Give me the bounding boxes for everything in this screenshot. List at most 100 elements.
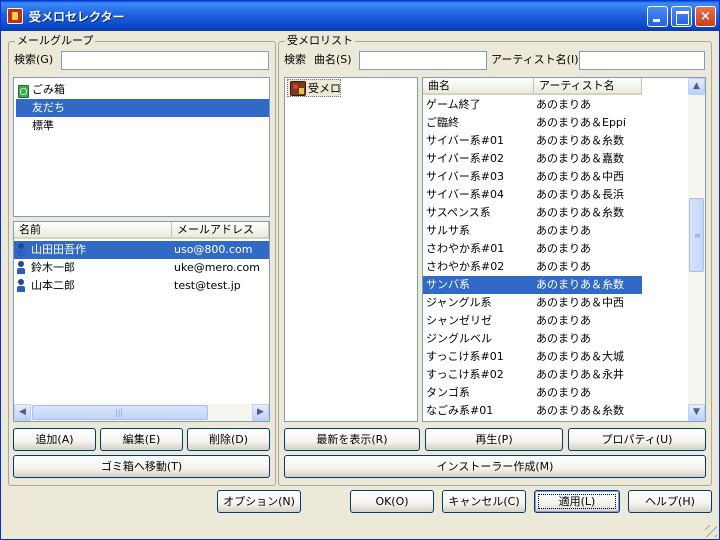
table-row[interactable]: ジングルベル あのまりあ [423, 330, 642, 348]
hscroll-thumb[interactable]: ||| [32, 405, 208, 420]
tree-item-friends[interactable]: 友だち [16, 99, 269, 117]
tree-item-ringtones[interactable]: 受メロ [287, 79, 341, 97]
group-search-input[interactable] [61, 51, 269, 70]
grip-icon: ||| [115, 408, 124, 417]
song-artist: あのまりあ＆中西 [536, 170, 624, 183]
arrow-down-icon: ▼ [693, 407, 700, 417]
ok-button[interactable]: OK(O) [350, 490, 434, 513]
song-title: シャンゼリゼ [426, 314, 492, 327]
song-title: ジャングル系 [426, 296, 492, 309]
table-row[interactable]: サンバ系 あのまりあ＆糸数 [423, 276, 642, 294]
song-title: すっこけ系#02 [426, 368, 504, 381]
options-button[interactable]: オプション(N) [217, 490, 301, 513]
table-row[interactable]: 山本二郎 test@test.jp [14, 277, 269, 295]
create-installer-button[interactable]: インストーラー作成(M) [284, 455, 706, 478]
contact-name: 山本二郎 [31, 279, 75, 292]
table-row[interactable]: タンゴ系 あのまりあ [423, 384, 642, 402]
table-row[interactable]: サルサ系 あのまりあ [423, 222, 642, 240]
song-artist: あのまりあ [536, 314, 591, 327]
song-artist: あのまりあ [536, 386, 591, 399]
song-artist: あのまりあ [536, 242, 591, 255]
delete-button[interactable]: 削除(D) [187, 428, 270, 451]
group-search-label: 検索(G) [14, 53, 54, 66]
minimize-icon [648, 7, 667, 26]
table-row[interactable]: 鈴木一郎 uke@mero.com [14, 259, 269, 277]
show-latest-button[interactable]: 最新を表示(R) [284, 428, 420, 451]
help-button[interactable]: ヘルプ(H) [628, 490, 712, 513]
tree-item-standard[interactable]: 標準 [16, 117, 269, 135]
contacts-list[interactable]: 名前 メールアドレス 山田田吾作 uso@800.com 鈴木一郎 uke@me… [13, 221, 270, 422]
song-title: ジングルベル [426, 332, 492, 345]
title-search-input[interactable] [359, 51, 487, 70]
play-button[interactable]: 再生(P) [425, 428, 563, 451]
table-row[interactable]: サイバー系#04 あのまりあ＆長浜 [423, 186, 642, 204]
song-artist: あのまりあ＆嘉数 [536, 152, 624, 165]
tree-item-trash[interactable]: ごみ箱 [16, 81, 269, 99]
artist-search-label: アーティスト名(I) [491, 53, 579, 66]
table-row[interactable]: サスペンス系 あのまりあ＆糸数 [423, 204, 642, 222]
window-title: 受メロセレクター [29, 10, 125, 24]
scroll-right-button[interactable]: ▶ [252, 404, 269, 421]
songs-list[interactable]: 曲名 アーティスト名 ゲーム終了 あのまりあ ご臨終 あのまりあ＆Eppi サイバー系#… [422, 77, 706, 422]
song-title: サイバー系#01 [426, 134, 504, 147]
ringtone-folder-icon [290, 81, 306, 96]
table-row[interactable]: シャンゼリゼ あのまりあ [423, 312, 642, 330]
ringtone-folder-tree[interactable]: 受メロ [284, 77, 418, 422]
song-title: サイバー系#03 [426, 170, 504, 183]
table-row[interactable]: すっこけ系#01 あのまりあ＆大城 [423, 348, 642, 366]
scroll-left-button[interactable]: ◀ [14, 404, 31, 421]
tree-item-label: 標準 [32, 119, 54, 132]
properties-button[interactable]: プロパティ(U) [568, 428, 706, 451]
title-bar[interactable]: 受メロセレクター × [1, 1, 719, 31]
table-row[interactable]: なごみ系#01 あのまりあ＆糸数 [423, 402, 642, 420]
column-header-name[interactable]: 名前 [14, 222, 172, 239]
maximize-button[interactable] [671, 6, 692, 27]
column-header-song-title[interactable]: 曲名 [423, 78, 534, 95]
contact-email: uso@800.com [174, 243, 253, 256]
cancel-button[interactable]: キャンセル(C) [442, 490, 526, 513]
apply-button[interactable]: 適用(L) [534, 490, 620, 513]
song-artist: あのまりあ [536, 260, 591, 273]
table-row[interactable]: 山田田吾作 uso@800.com [14, 241, 269, 259]
table-row[interactable]: ご臨終 あのまりあ＆Eppi [423, 114, 642, 132]
song-title: サスペンス系 [426, 206, 491, 219]
close-icon: × [700, 9, 711, 24]
edit-button[interactable]: 編集(E) [100, 428, 183, 451]
column-header-artist[interactable]: アーティスト名 [534, 78, 642, 95]
songs-vscrollbar[interactable]: ▲ ≡ ▼ [688, 78, 705, 421]
table-row[interactable]: さわやか系#01 あのまりあ [423, 240, 642, 258]
contact-name: 山田田吾作 [31, 243, 86, 256]
song-title: さわやか系#01 [426, 242, 505, 255]
arrow-right-icon: ▶ [257, 407, 264, 417]
minimize-button[interactable] [647, 6, 668, 27]
resize-grip[interactable] [705, 525, 717, 537]
move-to-trash-button[interactable]: ゴミ箱へ移動(T) [13, 455, 270, 478]
table-row[interactable]: サイバー系#02 あのまりあ＆嘉数 [423, 150, 642, 168]
table-row[interactable]: すっこけ系#02 あのまりあ＆永井 [423, 366, 642, 384]
song-artist: あのまりあ＆糸数 [536, 134, 624, 147]
close-button[interactable]: × [695, 6, 716, 27]
vscroll-thumb[interactable]: ≡ [689, 198, 704, 272]
scroll-down-button[interactable]: ▼ [688, 404, 705, 421]
person-icon [16, 261, 26, 275]
person-icon [16, 243, 26, 257]
table-row[interactable]: ジャングル系 あのまりあ＆中西 [423, 294, 642, 312]
tree-item-label: 友だち [32, 101, 65, 114]
main-window: 受メロセレクター × メールグループ 検索(G) ごみ箱 友だち 標準 名前 メ… [0, 0, 720, 540]
song-artist: あのまりあ＆永井 [536, 368, 624, 381]
contacts-hscrollbar[interactable]: ◀ ||| ▶ [14, 404, 269, 421]
table-row[interactable]: ゲーム終了 あのまりあ [423, 96, 642, 114]
table-row[interactable]: サイバー系#03 あのまりあ＆中西 [423, 168, 642, 186]
add-button[interactable]: 追加(A) [13, 428, 96, 451]
scroll-up-button[interactable]: ▲ [688, 78, 705, 95]
song-artist: あのまりあ＆大城 [536, 350, 624, 363]
song-artist: あのまりあ [536, 332, 591, 345]
song-title: なごみ系#01 [426, 404, 494, 417]
arrow-left-icon: ◀ [19, 407, 26, 417]
artist-search-input[interactable] [579, 51, 705, 70]
table-row[interactable]: さわやか系#02 あのまりあ [423, 258, 642, 276]
column-header-email[interactable]: メールアドレス [172, 222, 269, 239]
group-tree[interactable]: ごみ箱 友だち 標準 [13, 77, 270, 217]
grip-icon: ≡ [694, 231, 701, 240]
table-row[interactable]: サイバー系#01 あのまりあ＆糸数 [423, 132, 642, 150]
